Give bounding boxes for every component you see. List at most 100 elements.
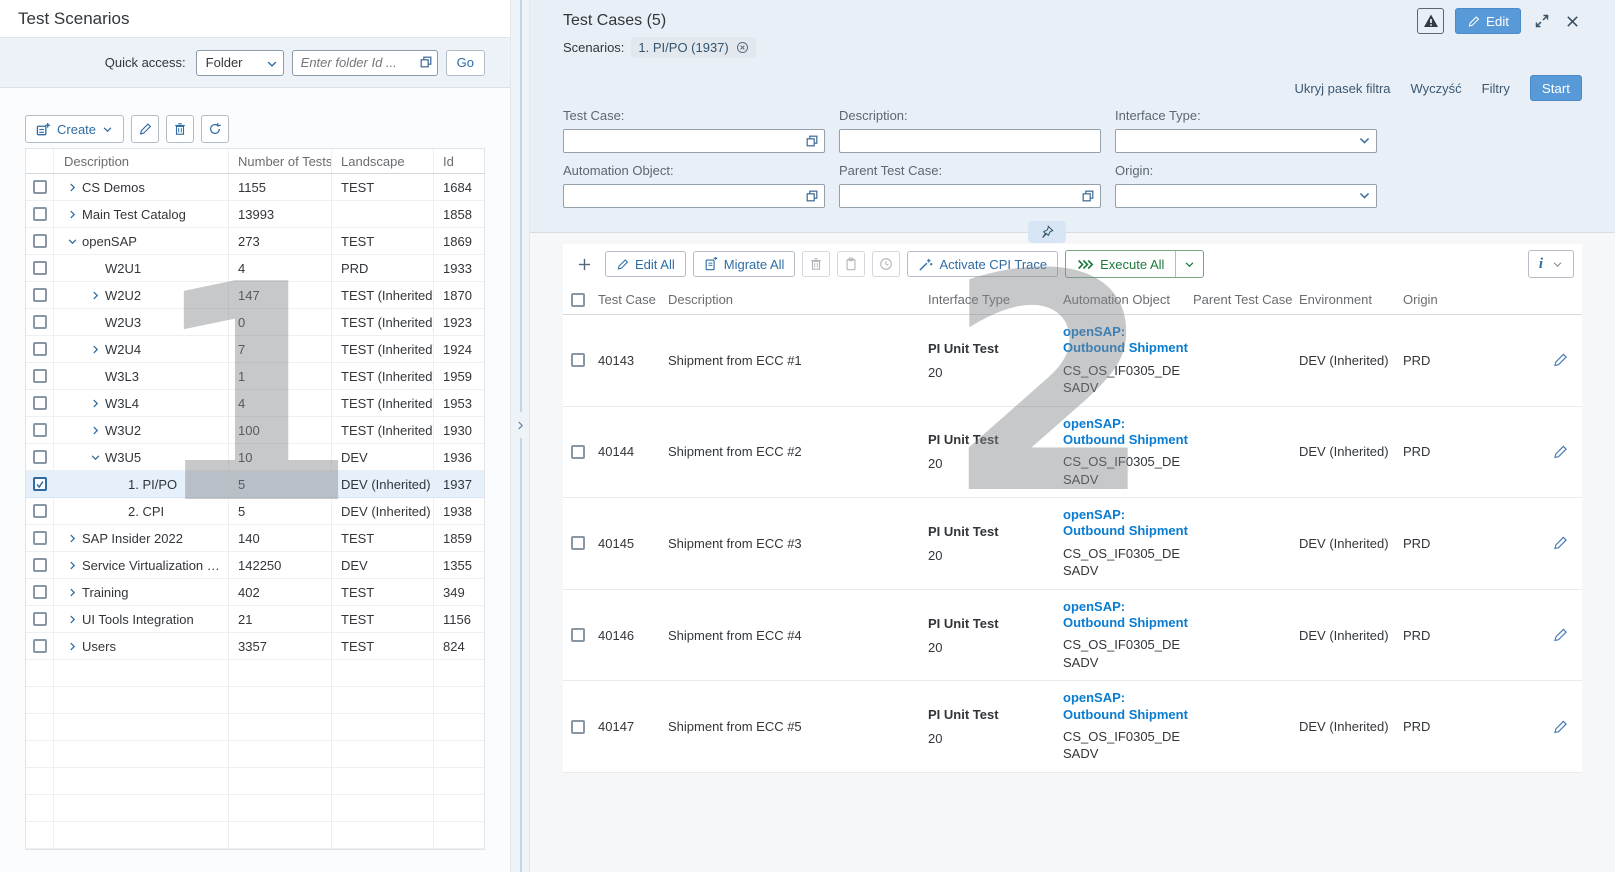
column-header-test-case[interactable]: Test Case [593,292,663,307]
test-case-row[interactable]: 40143 Shipment from ECC #1 PI Unit Test … [563,315,1582,407]
row-checkbox[interactable] [33,342,47,356]
row-checkbox[interactable] [33,639,47,653]
row-checkbox[interactable] [33,504,47,518]
fullscreen-icon[interactable] [1532,11,1552,31]
expand-toggle-icon[interactable] [85,290,105,301]
expand-toggle-icon[interactable] [62,641,82,652]
expand-toggle-icon[interactable] [62,182,82,193]
delete-button[interactable] [166,115,194,143]
scenario-row[interactable]: W2U3 0 TEST (Inherited) 1923 [26,309,484,336]
scenario-row[interactable]: Training 402 TEST 349 [26,579,484,606]
scenario-row[interactable]: W2U1 4 PRD 1933 [26,255,484,282]
scenario-row[interactable]: W3U5 10 DEV 1936 [26,444,484,471]
row-checkbox[interactable] [571,536,585,550]
value-help-icon[interactable] [805,134,819,148]
migrate-all-button[interactable]: Migrate All [693,251,796,277]
filter-field-input[interactable] [1116,130,1376,152]
expand-toggle-icon[interactable] [62,614,82,625]
expand-toggle-icon[interactable] [62,560,82,571]
automation-object-link[interactable]: openSAP: Outbound Shipment [1063,416,1188,449]
execute-all-dropdown[interactable] [1175,251,1203,277]
test-case-row[interactable]: 40144 Shipment from ECC #2 PI Unit Test … [563,407,1582,499]
filter-field-input[interactable] [564,185,824,207]
refresh-button[interactable] [201,115,229,143]
expand-toggle-icon[interactable] [62,587,82,598]
automation-object-link[interactable]: openSAP: Outbound Shipment [1063,599,1188,632]
create-button[interactable]: Create [25,115,124,143]
row-checkbox[interactable] [33,585,47,599]
row-checkbox[interactable] [33,180,47,194]
edit-row-icon[interactable] [1552,719,1568,735]
column-header-landscape[interactable]: Landscape [332,149,434,173]
column-header-interface-type[interactable]: Interface Type [923,292,1058,307]
row-checkbox[interactable] [571,445,585,459]
edit-button[interactable]: Edit [1455,8,1521,34]
expand-toggle-icon[interactable] [62,236,82,247]
row-checkbox[interactable] [33,612,47,626]
column-header-parent-test-case[interactable]: Parent Test Case [1188,292,1294,307]
row-checkbox[interactable] [33,288,47,302]
column-header-origin[interactable]: Origin [1398,292,1493,307]
activate-cpi-trace-button[interactable]: Activate CPI Trace [907,251,1058,277]
edit-row-icon[interactable] [1552,444,1568,460]
scenario-row[interactable]: openSAP 273 TEST 1869 [26,228,484,255]
automation-object-link[interactable]: openSAP: Outbound Shipment [1063,324,1188,357]
quick-access-type-select[interactable]: Folder [196,50,284,76]
row-checkbox[interactable] [33,450,47,464]
row-checkbox[interactable] [33,261,47,275]
scenario-row[interactable]: W3L3 1 TEST (Inherited) 1959 [26,363,484,390]
close-icon[interactable] [1563,12,1582,31]
column-header-automation-object[interactable]: Automation Object [1058,292,1188,307]
scenario-row[interactable]: 1. PI/PO 5 DEV (Inherited) 1937 [26,471,484,498]
edit-row-icon[interactable] [1552,535,1568,551]
expand-toggle-icon[interactable] [85,425,105,436]
expand-toggle-icon[interactable] [62,209,82,220]
token-remove-icon[interactable] [736,41,749,54]
pin-filter-bar-button[interactable] [1028,221,1066,243]
row-checkbox[interactable] [33,315,47,329]
filter-field-input[interactable] [564,130,824,152]
test-case-row[interactable]: 40146 Shipment from ECC #4 PI Unit Test … [563,590,1582,682]
edit-all-button[interactable]: Edit All [605,251,686,277]
value-help-icon[interactable] [805,189,819,203]
splitter-expand-button[interactable] [512,412,529,438]
delete-button[interactable] [802,251,830,277]
edit-button[interactable] [131,115,159,143]
edit-row-icon[interactable] [1552,352,1568,368]
column-header-description[interactable]: Description [54,149,229,173]
messages-button[interactable] [1417,8,1444,34]
scenario-row[interactable]: Main Test Catalog 13993 1858 [26,201,484,228]
chevron-down-icon[interactable] [1358,189,1371,202]
row-checkbox[interactable] [33,369,47,383]
info-button[interactable]: i [1528,250,1574,278]
paste-button[interactable] [837,251,865,277]
scenario-row[interactable]: W2U4 7 TEST (Inherited) 1924 [26,336,484,363]
scenario-row[interactable]: W3U2 100 TEST (Inherited) 1930 [26,417,484,444]
scenario-row[interactable]: CS Demos 1155 TEST 1684 [26,174,484,201]
scenario-row[interactable]: Service Virtualization Sc... 142250 DEV … [26,552,484,579]
clear-filters-link[interactable]: Wyczyść [1411,81,1462,96]
automation-object-link[interactable]: openSAP: Outbound Shipment [1063,690,1188,723]
filter-field-input[interactable] [840,185,1100,207]
chevron-down-icon[interactable] [1358,134,1371,147]
expand-toggle-icon[interactable] [85,398,105,409]
add-test-case-button[interactable] [571,254,598,275]
column-header-id[interactable]: Id [434,149,484,173]
start-button[interactable]: Start [1530,75,1582,101]
filter-field-input[interactable] [1116,185,1376,207]
column-header-number-of-tests[interactable]: Number of Tests [229,149,332,173]
scenario-row[interactable]: W2U2 147 TEST (Inherited) 1870 [26,282,484,309]
row-checkbox[interactable] [33,234,47,248]
test-case-row[interactable]: 40145 Shipment from ECC #3 PI Unit Test … [563,498,1582,590]
filter-field-input[interactable] [840,130,1100,152]
execute-all-button[interactable]: Execute All [1066,251,1175,277]
expand-toggle-icon[interactable] [62,533,82,544]
filters-link[interactable]: Filtry [1482,81,1510,96]
row-checkbox[interactable] [571,353,585,367]
test-case-row[interactable]: 40147 Shipment from ECC #5 PI Unit Test … [563,681,1582,773]
column-header-description[interactable]: Description [663,292,923,307]
expand-toggle-icon[interactable] [85,344,105,355]
hide-filter-bar-link[interactable]: Ukryj pasek filtra [1294,81,1390,96]
automation-object-link[interactable]: openSAP: Outbound Shipment [1063,507,1188,540]
edit-row-icon[interactable] [1552,627,1568,643]
